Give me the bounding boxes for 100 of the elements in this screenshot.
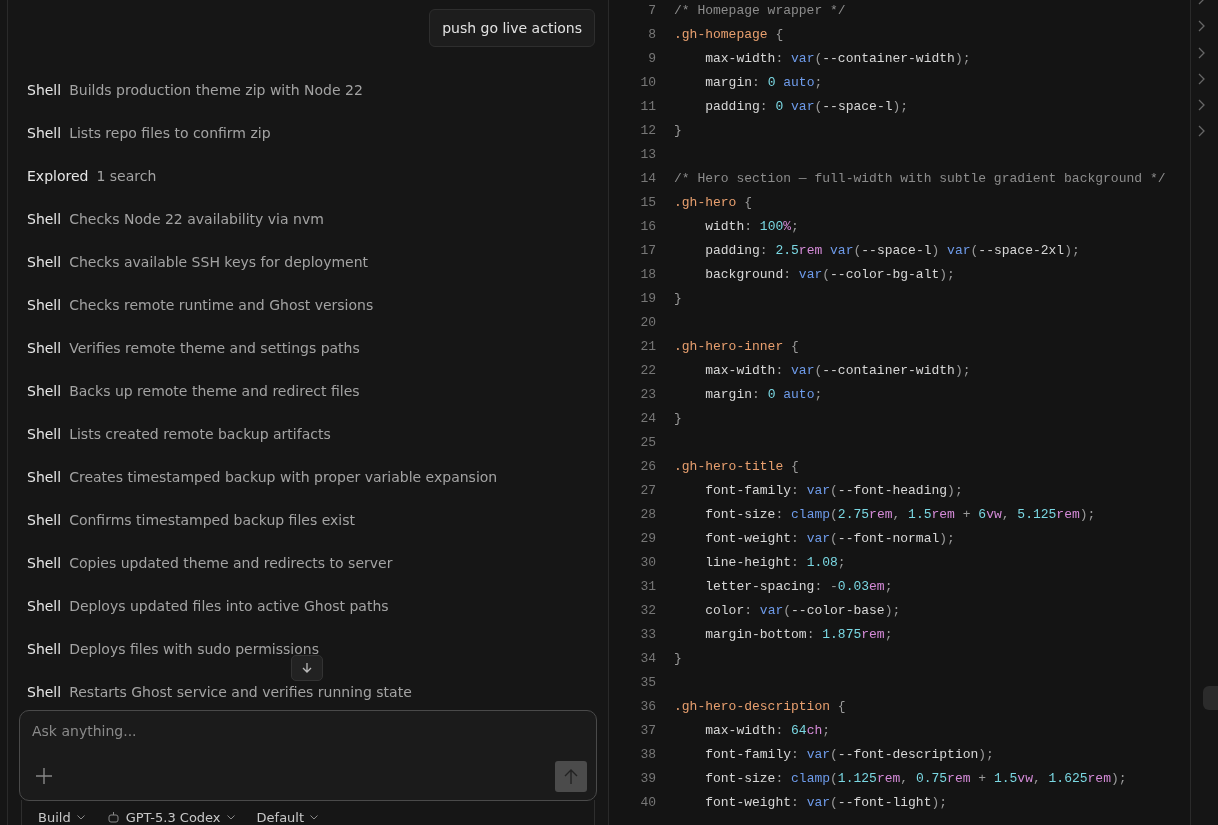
line-number: 30 xyxy=(639,554,656,572)
code-line: .gh-homepage { xyxy=(674,26,784,44)
line-number: 8 xyxy=(647,26,656,44)
code-line: } xyxy=(674,122,682,140)
line-number: 38 xyxy=(639,746,656,764)
line-number: 10 xyxy=(639,74,656,92)
arrow-down-icon xyxy=(301,662,313,674)
step-label: Shell xyxy=(27,210,62,228)
step-description: Creates timestamped backup with proper variable expansion xyxy=(69,468,498,486)
variant-dropdown[interactable]: Default xyxy=(256,810,327,825)
user-message: push go live actions xyxy=(429,9,595,47)
step-description: Lists created remote backup artifacts xyxy=(69,425,331,443)
line-number: 9 xyxy=(647,50,656,68)
step-description: Backs up remote theme and redirect files xyxy=(69,382,360,400)
line-number: 15 xyxy=(639,194,656,212)
code-line: } xyxy=(674,650,682,668)
step-description: Deploys updated files into active Ghost paths xyxy=(69,597,389,615)
step-description: Builds production theme zip with Node 22 xyxy=(69,81,363,99)
line-number: 18 xyxy=(639,266,656,284)
code-line: .gh-hero-title { xyxy=(674,458,799,476)
step-label: Shell xyxy=(27,382,62,400)
line-number: 32 xyxy=(639,602,656,620)
step-description: Checks available SSH keys for deployment xyxy=(69,253,369,271)
line-number: 39 xyxy=(639,770,656,788)
code-line: } xyxy=(674,290,682,308)
code-line: font-size: clamp(2.75rem, 1.5rem + 6vw, 5.125rem); xyxy=(704,506,1096,524)
code-line: /* Hero section — full-width with subtle gradient background */ xyxy=(674,170,1166,188)
line-number: 36 xyxy=(639,698,656,716)
line-number: 17 xyxy=(639,242,656,260)
line-number: 16 xyxy=(639,218,656,236)
code-line: max-width: var(--container-width); xyxy=(704,362,971,380)
code-line: width: 100%; xyxy=(704,218,799,236)
code-line: max-width: var(--container-width); xyxy=(704,50,971,68)
code-line: max-width: 64ch; xyxy=(704,722,831,740)
code-line: margin-bottom: 1.875rem; xyxy=(704,626,893,644)
step-description: Confirms timestamped backup files exist xyxy=(69,511,355,529)
step-label: Shell xyxy=(27,296,62,314)
step-description: Restarts Ghost service and verifies running state xyxy=(69,683,412,701)
code-line: font-size: clamp(1.125rem, 0.75rem + 1.5vw, 1.625rem); xyxy=(704,770,1127,788)
line-number: 13 xyxy=(639,146,656,164)
code-line: background: var(--color-bg-alt); xyxy=(704,266,955,284)
arrow-up-icon xyxy=(564,768,578,785)
message-composer[interactable]: Ask anything... xyxy=(19,710,597,801)
line-number: 35 xyxy=(639,674,656,692)
step-description: Verifies remote theme and settings paths xyxy=(69,339,360,357)
line-number: 31 xyxy=(639,578,656,596)
step-label: Shell xyxy=(27,124,62,142)
step-label: Shell xyxy=(27,339,62,357)
step-label: Shell xyxy=(27,597,62,615)
message-input[interactable]: Ask anything... xyxy=(32,723,572,739)
step-label: Shell xyxy=(27,554,62,572)
line-number: 21 xyxy=(639,338,656,356)
code-line: font-family: var(--font-heading); xyxy=(704,482,963,500)
step-label: Shell xyxy=(27,425,62,443)
line-number: 14 xyxy=(639,170,656,188)
code-line: line-height: 1.08; xyxy=(704,554,846,572)
step-label: Shell xyxy=(27,683,62,701)
caret-icon xyxy=(76,815,85,820)
add-icon[interactable] xyxy=(36,768,52,784)
line-number: 7 xyxy=(647,2,656,20)
line-number: 25 xyxy=(639,434,656,452)
code-line: padding: 2.5rem var(--space-l) var(--space-2xl); xyxy=(704,242,1080,260)
code-line: letter-spacing: -0.03em; xyxy=(704,578,893,596)
code-line: font-weight: var(--font-light); xyxy=(704,794,948,812)
line-number: 11 xyxy=(639,98,656,116)
step-label: Shell xyxy=(27,640,62,658)
code-line: font-weight: var(--font-normal); xyxy=(704,530,955,548)
line-number: 28 xyxy=(639,506,656,524)
step-label: Shell xyxy=(27,511,62,529)
code-line: margin: 0 auto; xyxy=(704,386,823,404)
code-line: margin: 0 auto; xyxy=(704,74,823,92)
code-line: .gh-hero { xyxy=(674,194,753,212)
code-line: .gh-hero-inner { xyxy=(674,338,799,356)
model-dropdown[interactable]: GPT-5.3 Codex xyxy=(106,810,243,825)
line-number: 34 xyxy=(639,650,656,668)
caret-icon xyxy=(310,815,319,820)
line-number: 27 xyxy=(639,482,656,500)
scroll-down-button[interactable] xyxy=(291,655,323,681)
code-line: /* Homepage wrapper */ xyxy=(674,2,846,20)
line-number: 23 xyxy=(639,386,656,404)
step-description: Copies updated theme and redirects to server xyxy=(69,554,393,572)
line-number: 24 xyxy=(639,410,656,428)
code-line: .gh-hero-description { xyxy=(674,698,846,716)
step-label: Shell xyxy=(27,468,62,486)
step-description: Deploys files with sudo permissions xyxy=(69,640,319,658)
line-number: 12 xyxy=(639,122,656,140)
line-number: 22 xyxy=(639,362,656,380)
code-line: font-family: var(--font-description); xyxy=(704,746,994,764)
step-label: Shell xyxy=(27,81,62,99)
code-line: color: var(--color-base); xyxy=(704,602,901,620)
line-number: 29 xyxy=(639,530,656,548)
line-number: 37 xyxy=(639,722,656,740)
agent-dropdown[interactable]: Build xyxy=(38,810,93,825)
step-description: Checks remote runtime and Ghost versions xyxy=(69,296,374,314)
step-label: Explored xyxy=(27,167,89,185)
step-description: 1 search xyxy=(96,167,157,185)
line-number: 20 xyxy=(639,314,656,332)
line-number: 40 xyxy=(639,794,656,812)
code-line: } xyxy=(674,410,682,428)
line-number: 33 xyxy=(639,626,656,644)
